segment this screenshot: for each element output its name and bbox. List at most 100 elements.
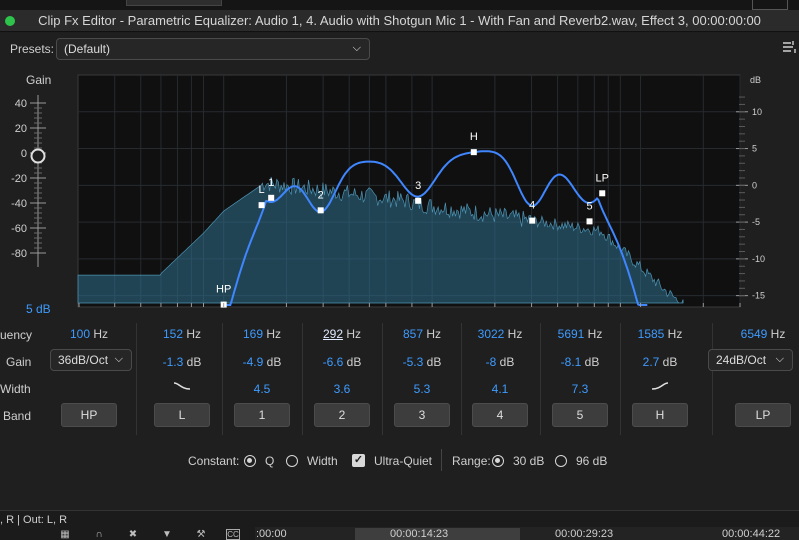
db-tick-label: -10 <box>752 254 765 264</box>
presets-dropdown[interactable]: (Default) ⌵ <box>56 38 370 60</box>
band-gain[interactable]: -8 dB <box>460 355 540 369</box>
band-gain-value[interactable]: -4.9 <box>243 355 264 369</box>
band-button-hp[interactable]: HP <box>61 403 117 427</box>
band-gain[interactable]: -8.1 dB <box>540 355 620 369</box>
gain-tick-label: 0 <box>21 148 27 160</box>
band-gain-value[interactable]: -8 <box>486 355 497 369</box>
band-gain-value[interactable]: -5.3 <box>403 355 424 369</box>
band-frequency-value[interactable]: 100 <box>70 327 90 341</box>
timeline-captions-icon[interactable]: CC <box>226 529 240 540</box>
band-node-handle[interactable] <box>268 194 275 201</box>
low-shelf-icon <box>173 380 191 392</box>
constant-width-label: Width <box>307 454 338 468</box>
band-width-value[interactable]: 4.1 <box>470 382 530 396</box>
timecode-1: 00:00:14:23 <box>390 528 449 540</box>
band-button-2[interactable]: 2 <box>314 403 370 427</box>
range-96db-radio[interactable] <box>555 455 567 467</box>
gain-slider[interactable]: 40 20 0 -20 -40 -60 -80 <box>0 91 60 271</box>
chevron-down-icon: ⌵ <box>352 42 361 54</box>
band-frequency-value[interactable]: 292 <box>323 327 343 341</box>
timeline-link-icon[interactable]: ✖ <box>126 529 140 540</box>
band-frequency-value[interactable]: 857 <box>403 327 423 341</box>
band-frequency-value[interactable]: 3022 <box>478 327 505 341</box>
band-frequency[interactable]: 152 Hz <box>142 327 222 341</box>
band-gain[interactable]: -5.3 dB <box>382 355 462 369</box>
band-frequency[interactable]: 292 Hz <box>302 327 382 341</box>
frequency-row-label: uency <box>0 328 33 342</box>
band-button-lp[interactable]: LP <box>735 403 791 427</box>
band-node-handle[interactable] <box>415 197 422 204</box>
band-width-value[interactable]: 5.3 <box>392 382 452 396</box>
settings-icon[interactable] <box>782 40 796 54</box>
db-axis-unit: dB <box>750 75 761 85</box>
band-width-value[interactable]: 3.6 <box>312 382 372 396</box>
band-gain[interactable]: -6.6 dB <box>302 355 382 369</box>
timeline-ruler[interactable] <box>255 527 799 540</box>
db-unit: dB <box>183 355 202 369</box>
band-frequency-value[interactable]: 6549 <box>741 327 768 341</box>
band-frequency[interactable]: 1585 Hz <box>620 327 700 341</box>
band-node-label: 3 <box>415 180 421 192</box>
constant-q-radio[interactable] <box>244 455 256 467</box>
band-frequency-value[interactable]: 169 <box>243 327 263 341</box>
band-node-label: 1 <box>268 177 274 189</box>
timeline-snap-icon[interactable]: ▦ <box>58 529 72 540</box>
band-button-4[interactable]: 4 <box>472 403 528 427</box>
band-gain[interactable]: -1.3 dB <box>142 355 222 369</box>
band-frequency[interactable]: 857 Hz <box>382 327 462 341</box>
timeline-marker-icon[interactable]: ▼ <box>160 529 174 540</box>
band-node-handle[interactable] <box>258 202 265 209</box>
timecode-3: 00:00:44:22 <box>722 528 781 540</box>
band-gain-value[interactable]: -1.3 <box>163 355 184 369</box>
width-row-label: Width <box>0 382 31 396</box>
top-strip-box[interactable] <box>752 0 788 10</box>
gain-slider-handle[interactable] <box>30 148 46 164</box>
band-node-handle[interactable] <box>599 190 606 197</box>
eq-graph[interactable]: HPL123H45LPdB1050-5-10-15Hz3040506070801… <box>74 73 799 309</box>
band-gain-value[interactable]: 2.7 <box>643 355 660 369</box>
band-width-value[interactable]: 4.5 <box>232 382 292 396</box>
gain-tick-label: -80 <box>11 248 27 260</box>
band-frequency[interactable]: 100 Hz <box>49 327 129 341</box>
gain-value[interactable]: 5 dB <box>26 302 51 316</box>
db-tick-label: 10 <box>752 107 762 117</box>
db-unit: dB <box>263 355 282 369</box>
band-node-handle[interactable] <box>470 149 477 156</box>
band-node-handle[interactable] <box>586 218 593 225</box>
band-row-label: Band <box>3 409 32 423</box>
band-node-handle[interactable] <box>317 207 324 214</box>
title-bar[interactable]: Clip Fx Editor - Parametric Equalizer: A… <box>0 10 799 32</box>
band-gain[interactable]: 2.7 dB <box>620 355 700 369</box>
band-button-l[interactable]: L <box>154 403 210 427</box>
db-unit: dB <box>581 355 600 369</box>
band-node-handle[interactable] <box>529 217 536 224</box>
band-frequency[interactable]: 3022 Hz <box>460 327 540 341</box>
band-frequency[interactable]: 169 Hz <box>222 327 302 341</box>
gain-tick-label: -60 <box>11 223 27 235</box>
timeline-wrench-icon[interactable]: ⚒ <box>194 529 208 540</box>
range-30db-radio[interactable] <box>492 455 504 467</box>
band-frequency-value[interactable]: 5691 <box>558 327 585 341</box>
ultra-quiet-checkbox[interactable]: ✓ <box>352 454 365 467</box>
band-button-5[interactable]: 5 <box>552 403 608 427</box>
top-strip-button[interactable] <box>126 0 222 6</box>
band-width-value[interactable]: 7.3 <box>550 382 610 396</box>
band-frequency-value[interactable]: 1585 <box>638 327 665 341</box>
timeline-magnet-icon[interactable]: ∩ <box>92 529 106 540</box>
presets-value: (Default) <box>64 42 111 56</box>
band-frequency[interactable]: 5691 Hz <box>540 327 620 341</box>
band-frequency[interactable]: 6549 Hz <box>723 327 799 341</box>
hp-slope-dropdown[interactable]: 36dB/Oct ⌵ <box>50 349 132 371</box>
range-96db-label: 96 dB <box>576 454 608 468</box>
band-button-h[interactable]: H <box>632 403 688 427</box>
band-gain[interactable]: -4.9 dB <box>222 355 302 369</box>
band-button-3[interactable]: 3 <box>394 403 450 427</box>
band-button-1[interactable]: 1 <box>234 403 290 427</box>
constant-width-radio[interactable] <box>286 455 298 467</box>
band-gain-value[interactable]: -8.1 <box>561 355 582 369</box>
band-frequency-value[interactable]: 152 <box>163 327 183 341</box>
top-strip <box>0 0 799 10</box>
band-gain-value[interactable]: -6.6 <box>323 355 344 369</box>
lp-slope-dropdown[interactable]: 24dB/Oct ⌵ <box>708 349 793 371</box>
lp-slope-value: 24dB/Oct <box>716 353 767 367</box>
